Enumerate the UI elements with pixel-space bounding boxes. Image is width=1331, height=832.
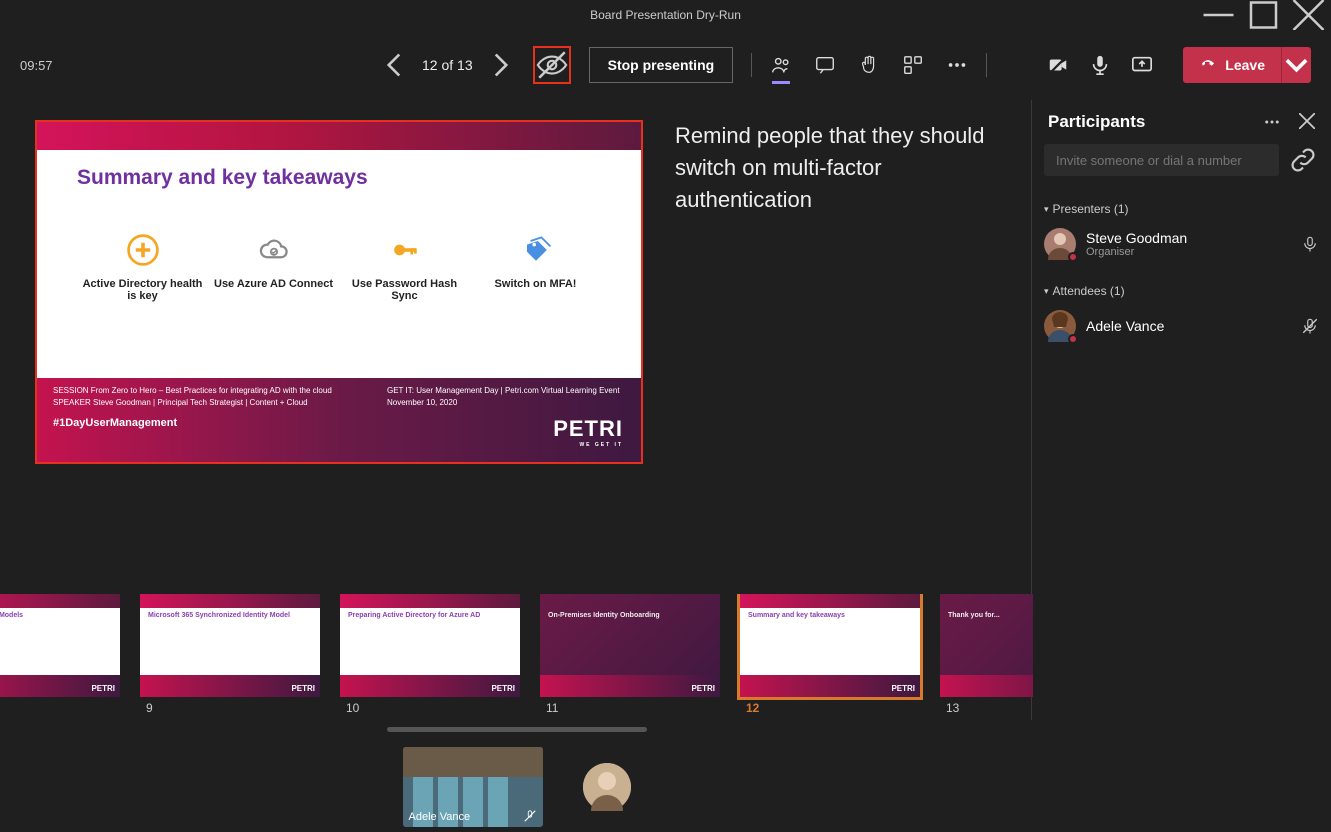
participant-video-tile[interactable]: Adele Vance (403, 747, 543, 827)
tag-icon (476, 232, 596, 268)
breakout-rooms-icon[interactable] (902, 54, 924, 76)
participant-role: Organiser (1086, 246, 1291, 258)
thumbnail-number: 11 (540, 701, 720, 715)
health-cross-icon (83, 232, 203, 268)
close-button[interactable] (1286, 0, 1331, 30)
slide-item-label: Use Azure AD Connect (214, 278, 334, 290)
avatar (1044, 228, 1076, 260)
divider (751, 53, 752, 77)
maximize-button[interactable] (1241, 0, 1286, 30)
cloud-icon (214, 232, 334, 268)
self-avatar[interactable] (583, 763, 631, 811)
toolbar-right: Leave (1047, 47, 1311, 83)
chat-icon[interactable] (814, 54, 836, 76)
microphone-icon[interactable] (1301, 235, 1319, 253)
close-panel-icon[interactable] (1299, 113, 1315, 129)
stop-presenting-button[interactable]: Stop presenting (589, 47, 734, 83)
thumbnail-number: 10 (340, 701, 520, 715)
avatar (1044, 310, 1076, 342)
thumbnail-strip: onized Identity Models PETRI Microsoft 3… (0, 594, 1033, 732)
video-tile-name: Adele Vance (409, 811, 471, 823)
divider (986, 53, 987, 77)
share-screen-icon[interactable] (1131, 54, 1153, 76)
title-bar: Board Presentation Dry-Run (0, 0, 1331, 30)
leave-label: Leave (1225, 57, 1265, 73)
slide-thumbnail[interactable]: onized Identity Models PETRI (0, 594, 120, 715)
microphone-icon[interactable] (1089, 54, 1111, 76)
camera-off-icon[interactable] (1047, 54, 1069, 76)
thumbnail-number: 13 (940, 701, 1033, 715)
participant-row[interactable]: Adele Vance (1044, 304, 1319, 348)
current-slide[interactable]: Summary and key takeaways Active Directo… (35, 120, 643, 464)
slide-thumbnail[interactable]: Thank you for... PETRI 13 (940, 594, 1033, 715)
slide-thumbnail[interactable]: On-Premises Identity Onboarding PETRI 11 (540, 594, 720, 715)
people-icon[interactable] (770, 54, 792, 76)
key-icon (345, 232, 465, 268)
window-title: Board Presentation Dry-Run (590, 8, 741, 22)
window-controls (1196, 0, 1331, 30)
slide-thumbnail[interactable]: Summary and key takeaways PETRI 12 (740, 594, 920, 715)
slide-item-label: Switch on MFA! (476, 278, 596, 290)
slide-thumbnail[interactable]: Microsoft 365 Synchronized Identity Mode… (140, 594, 320, 715)
meeting-timer: 09:57 (20, 58, 100, 73)
slide-footer-event: GET IT: User Management Day | Petri.com … (387, 386, 620, 395)
video-strip: Adele Vance (0, 742, 1033, 832)
participants-panel: Participants Presenters (1) (1031, 100, 1331, 720)
microphone-muted-icon (523, 809, 537, 823)
invite-input[interactable] (1044, 144, 1279, 176)
thumbnail-scrollbar[interactable] (387, 727, 647, 732)
raise-hand-icon[interactable] (858, 54, 880, 76)
slide-navigation: 12 of 13 (380, 51, 515, 79)
meeting-toolbar: 09:57 12 of 13 Stop presenting (0, 30, 1331, 100)
microphone-muted-icon[interactable] (1301, 317, 1319, 335)
leave-dropdown-icon[interactable] (1281, 47, 1311, 83)
participants-title: Participants (1048, 112, 1145, 132)
participant-row[interactable]: Steve Goodman Organiser (1044, 222, 1319, 266)
slide-footer-date: November 10, 2020 (387, 398, 620, 407)
minimize-button[interactable] (1196, 0, 1241, 30)
slide-footer-hashtag: #1DayUserManagement (53, 417, 625, 429)
slide-title: Summary and key takeaways (37, 150, 641, 190)
attendees-header[interactable]: Attendees (1) (1044, 278, 1319, 304)
more-options-icon[interactable] (1263, 113, 1281, 131)
thumbnail-number: 9 (140, 701, 320, 715)
presenters-header[interactable]: Presenters (1) (1044, 196, 1319, 222)
slide-thumbnail[interactable]: Preparing Active Directory for Azure AD … (340, 594, 520, 715)
share-link-icon[interactable] (1287, 144, 1319, 176)
slide-item-label: Active Directory health is key (83, 278, 203, 302)
thumbnail-number: 12 (740, 701, 920, 715)
participant-name: Adele Vance (1086, 318, 1291, 334)
next-slide-button[interactable] (487, 51, 515, 79)
more-actions-icon[interactable] (946, 54, 968, 76)
brand-logo: PETRI WE GET IT (553, 416, 623, 448)
toolbar-center-icons (770, 54, 968, 76)
participant-name: Steve Goodman (1086, 230, 1291, 246)
previous-slide-button[interactable] (380, 51, 408, 79)
private-view-toggle-icon[interactable] (533, 46, 571, 84)
slide-item-label: Use Password Hash Sync (345, 278, 465, 302)
slide-counter: 12 of 13 (422, 57, 473, 73)
leave-button[interactable]: Leave (1183, 47, 1311, 83)
